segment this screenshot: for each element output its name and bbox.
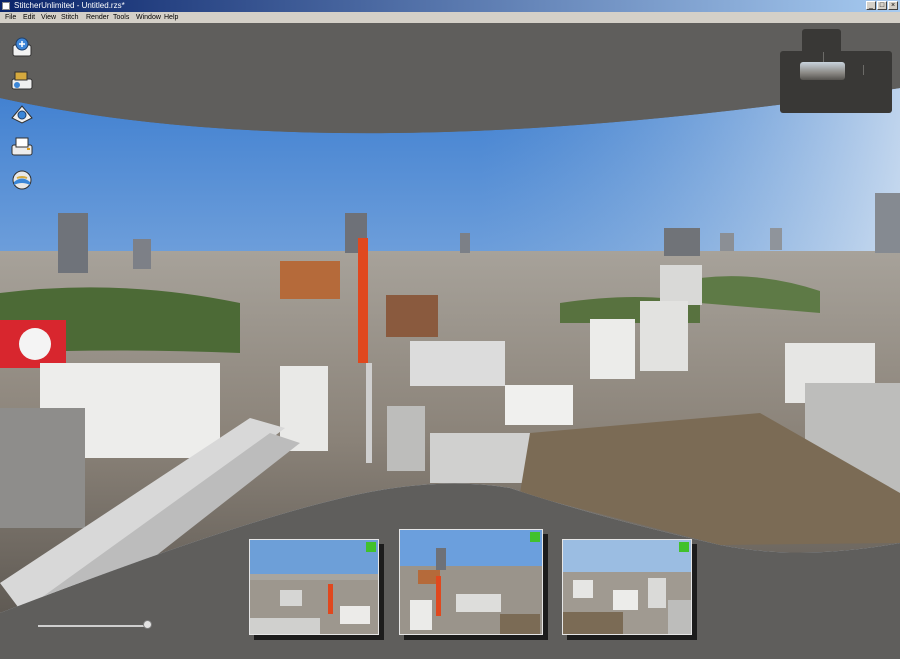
source-image-thumbnail-2[interactable]: [399, 529, 543, 635]
green-status-icon: [530, 532, 540, 542]
menu-help[interactable]: Help: [164, 12, 178, 23]
navigator-divider: [823, 52, 824, 62]
menu-file[interactable]: File: [5, 12, 16, 23]
menu-view[interactable]: View: [41, 12, 56, 23]
maximize-button[interactable]: □: [877, 1, 887, 10]
green-status-icon: [679, 542, 689, 552]
stitch-images-icon: [11, 71, 33, 90]
thumbnail-image: [250, 540, 378, 634]
thumbnail-image: [563, 540, 691, 634]
source-image-thumbnail-3[interactable]: [562, 539, 692, 635]
panorama-settings-icon: [11, 105, 33, 124]
overview-navigator[interactable]: [780, 29, 892, 113]
menu-tools[interactable]: Tools: [113, 12, 129, 23]
title-bar: StitcherUnlimited - Untitled.rzs* _ □ ×: [0, 0, 900, 12]
import-images-icon: [12, 37, 32, 57]
menu-stitch[interactable]: Stitch: [61, 12, 79, 23]
import-images-button[interactable]: [10, 37, 34, 59]
thumbnail-image: [400, 530, 542, 634]
render-output-icon: [11, 137, 33, 156]
globe-view-icon: [12, 170, 32, 190]
panorama-settings-button[interactable]: [10, 103, 34, 125]
minimize-button[interactable]: _: [866, 1, 876, 10]
window-title: StitcherUnlimited - Untitled.rzs*: [14, 1, 125, 10]
menu-window[interactable]: Window: [136, 12, 161, 23]
navigator-divider: [863, 65, 864, 75]
stitch-images-button[interactable]: [10, 70, 34, 92]
panorama-workspace[interactable]: [0, 23, 900, 659]
close-button[interactable]: ×: [888, 1, 898, 10]
navigator-panorama-preview[interactable]: [800, 62, 845, 80]
app-icon: [2, 2, 10, 10]
render-output-button[interactable]: [10, 136, 34, 158]
globe-view-button[interactable]: [10, 169, 34, 191]
zoom-slider-knob[interactable]: [142, 620, 152, 629]
zoom-slider-track[interactable]: [38, 625, 150, 627]
source-image-thumbnail-1[interactable]: [249, 539, 379, 635]
green-status-icon: [366, 542, 376, 552]
menu-edit[interactable]: Edit: [23, 12, 35, 23]
menu-render[interactable]: Render: [86, 12, 109, 23]
